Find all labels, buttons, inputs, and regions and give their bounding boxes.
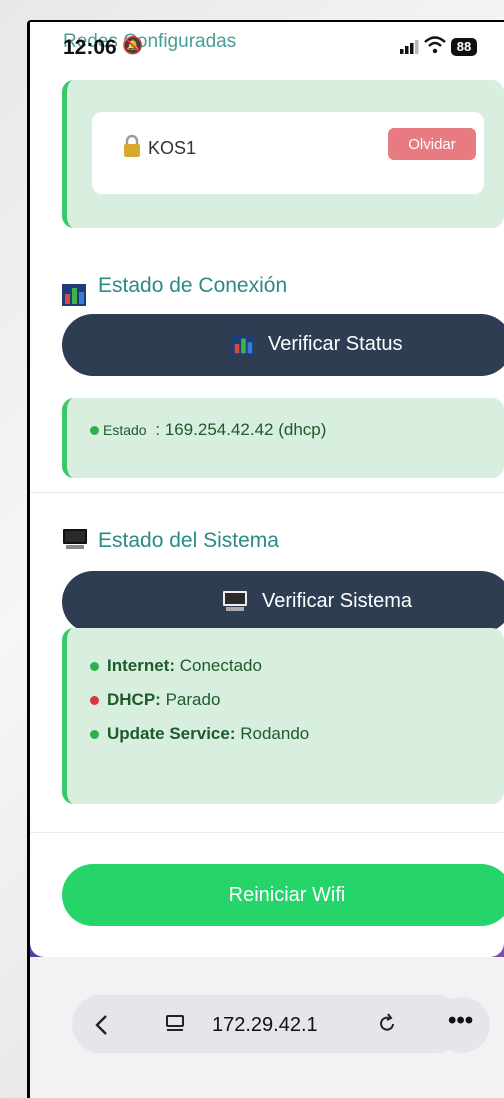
lock-icon [124,134,140,157]
signal-icon [400,40,419,54]
status-value: : 169.254.42.42 (dhcp) [155,420,327,439]
forget-network-button[interactable]: Olvidar [388,128,476,160]
more-icon: ••• [448,1007,474,1034]
monitor-icon [63,529,87,549]
connection-status-title: Estado de Conexión [98,274,288,297]
status-label: Estado [103,422,147,438]
status-dot [90,662,99,672]
status-dot [90,426,99,436]
address-bar[interactable]: 172.29.42.1 [72,995,464,1053]
chevron-left-icon [95,1015,107,1035]
back-button[interactable] [74,997,130,1053]
restart-wifi-button[interactable]: Reiniciar Wifi [62,864,504,926]
connection-status-line: Estado : 169.254.42.42 (dhcp) [90,420,326,440]
system-item-dhcp: DHCP: Parado [90,690,220,710]
network-name: KOS1 [148,138,197,158]
status-dot [90,730,99,740]
more-options-button[interactable]: ••• [434,997,490,1053]
reload-icon[interactable] [376,1012,398,1036]
battery-indicator: 88 [451,38,477,56]
check-system-label: Verificar Sistema [262,590,413,612]
browser-toolbar: 172.29.42.1 ••• [30,957,504,1098]
section-divider [30,832,504,833]
section-divider [30,492,504,493]
check-status-button[interactable]: Verificar Status [62,314,504,376]
wifi-icon [424,36,446,54]
monitor-icon [223,591,247,611]
system-item-update-service: Update Service: Rodando [90,724,309,744]
page-card: Redes Configuradas 12:06 🔕 88 KOS1 Olvid… [30,22,504,957]
screen: Redes Configuradas 12:06 🔕 88 KOS1 Olvid… [30,22,504,1098]
status-time: 12:06 [63,36,117,59]
tabs-icon[interactable] [164,1013,186,1035]
bar-chart-icon [62,284,86,306]
system-status-title: Estado del Sistema [98,529,279,552]
system-item-internet: Internet: Conectado [90,656,262,676]
check-system-button[interactable]: Verificar Sistema [62,571,504,633]
status-dot [90,696,99,706]
system-status-box [62,628,504,804]
check-status-label: Verificar Status [268,333,403,355]
status-bar: 12:06 🔕 88 [30,22,504,70]
bar-chart-icon [232,334,254,356]
silent-bell-icon: 🔕 [122,36,144,55]
url-text: 172.29.42.1 [212,1014,318,1036]
